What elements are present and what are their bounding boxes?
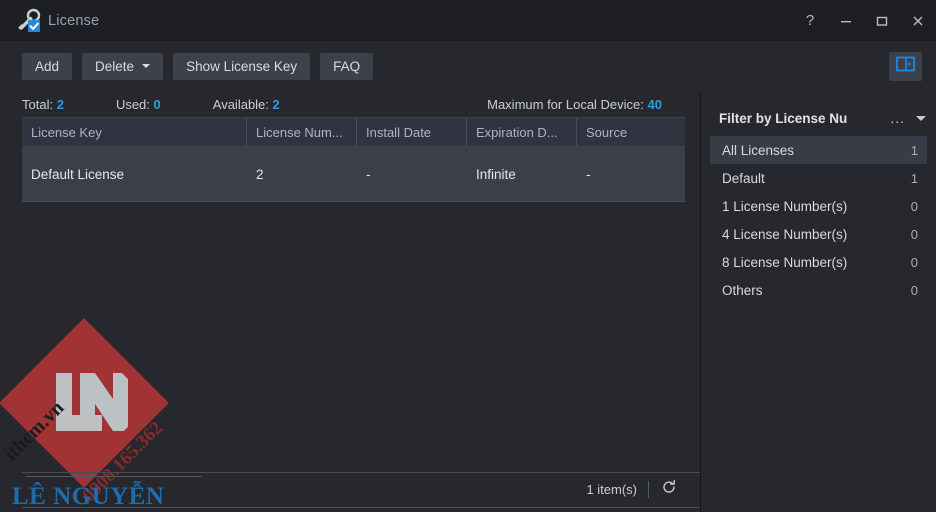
filter-item-count: 0	[910, 226, 918, 242]
watermark-site: ithcm.vn	[0, 396, 69, 466]
show-license-key-label: Show License Key	[186, 58, 298, 74]
close-icon	[911, 14, 925, 28]
add-button-label: Add	[35, 58, 60, 74]
faq-button-label: FAQ	[333, 58, 361, 74]
license-table-wrapper: License Key License Num... Install Date …	[0, 117, 700, 202]
license-table: License Key License Num... Install Date …	[22, 117, 685, 202]
help-icon: ?	[805, 12, 815, 29]
minimize-icon	[839, 14, 853, 28]
window-title: License	[48, 12, 100, 29]
faq-button[interactable]: FAQ	[320, 52, 374, 80]
add-button[interactable]: Add	[22, 52, 73, 80]
side-panel-toggle-button[interactable]	[889, 51, 922, 81]
filter-item-count: 1	[910, 142, 918, 158]
stat-used-value: 0	[153, 96, 161, 112]
watermark-diamond	[0, 318, 169, 488]
stat-total-value: 2	[56, 96, 64, 112]
minimize-button[interactable]	[828, 0, 864, 41]
filter-item-label: All Licenses	[722, 142, 795, 158]
side-panel-toggle-icon	[896, 56, 915, 77]
watermark-monogram	[0, 318, 169, 488]
toolbar: Add Delete Show License Key FAQ	[0, 41, 936, 91]
cell-expiration-date: Infinite	[476, 166, 516, 182]
key-check-icon	[12, 6, 46, 36]
filter-item-label: Default	[722, 170, 765, 186]
table-header-row: License Key License Num... Install Date …	[22, 117, 685, 147]
filter-item-label: 4 License Number(s)	[722, 226, 848, 242]
stat-available-label: Available:	[212, 96, 269, 112]
license-summary: Total: 2 Used: 0 Available: 2 Maximum fo…	[0, 91, 700, 117]
delete-button-label: Delete	[95, 58, 135, 74]
close-button[interactable]	[900, 0, 936, 41]
filter-item-label: 8 License Number(s)	[722, 254, 848, 270]
filter-list: All Licenses 1 Default 1 1 License Numbe…	[701, 136, 936, 304]
cell-license-key: Default License	[31, 166, 125, 182]
cell-install-date: -	[366, 166, 371, 182]
main-panel: Total: 2 Used: 0 Available: 2 Maximum fo…	[0, 91, 700, 512]
filter-item-4-license-numbers[interactable]: 4 License Number(s) 0	[710, 220, 927, 248]
stat-total-label: Total:	[22, 96, 54, 112]
cell-source: -	[586, 166, 591, 182]
filter-overflow-label: ...	[890, 110, 905, 126]
filter-panel-header[interactable]: Filter by License Nu ...	[701, 102, 936, 134]
chevron-down-icon	[142, 64, 151, 68]
cell-license-number: 2	[256, 166, 264, 182]
column-header-install-date[interactable]: Install Date	[357, 118, 467, 146]
stat-used-label: Used:	[115, 96, 150, 112]
status-bar: 1 item(s)	[0, 466, 700, 512]
filter-item-1-license-number[interactable]: 1 License Number(s) 0	[710, 192, 927, 220]
column-header-license-key[interactable]: License Key	[22, 118, 247, 146]
filter-item-count: 0	[910, 282, 918, 298]
stat-used: Used: 0	[116, 97, 161, 112]
table-row[interactable]: Default License 2 - Infinite -	[22, 147, 685, 202]
chevron-down-icon[interactable]	[916, 115, 926, 121]
refresh-icon	[661, 479, 677, 500]
column-header-source[interactable]: Source	[577, 118, 685, 146]
stat-available: Available: 2	[213, 97, 280, 112]
stat-available-value: 2	[272, 96, 280, 112]
column-header-expiration-date[interactable]: Expiration D...	[467, 118, 577, 146]
filter-item-others[interactable]: Others 0	[710, 276, 927, 304]
column-header-license-number[interactable]: License Num...	[247, 118, 357, 146]
stat-maximum-value: 40	[647, 96, 662, 112]
stat-maximum-for-local-device: Maximum for Local Device: 40	[487, 97, 662, 112]
window-controls: ?	[792, 0, 936, 41]
filter-item-default[interactable]: Default 1	[710, 164, 927, 192]
filter-panel: Filter by License Nu ... All Licenses 1 …	[700, 91, 936, 512]
stat-maximum-label: Maximum for Local Device:	[487, 96, 644, 112]
refresh-button[interactable]	[660, 479, 678, 500]
stat-total: Total: 2	[22, 97, 64, 112]
filter-item-count: 1	[910, 170, 918, 186]
filter-item-all-licenses[interactable]: All Licenses 1	[710, 136, 927, 164]
content-area: Total: 2 Used: 0 Available: 2 Maximum fo…	[0, 91, 936, 512]
delete-button[interactable]: Delete	[82, 52, 164, 80]
filter-item-count: 0	[910, 254, 918, 270]
maximize-icon	[875, 14, 889, 28]
show-license-key-button[interactable]: Show License Key	[173, 52, 311, 80]
maximize-button[interactable]	[864, 0, 900, 41]
filter-item-label: 1 License Number(s)	[722, 198, 848, 214]
filter-item-count: 0	[910, 198, 918, 214]
help-button[interactable]: ?	[792, 0, 828, 41]
filter-item-label: Others	[722, 282, 763, 298]
filter-panel-title: Filter by License Nu	[719, 110, 848, 126]
title-bar: License ?	[0, 0, 936, 41]
item-count-label: 1 item(s)	[586, 481, 637, 497]
filter-item-8-license-numbers[interactable]: 8 License Number(s) 0	[710, 248, 927, 276]
status-divider	[648, 480, 649, 498]
license-window: License ? Add Delete Show License Key FA…	[0, 0, 936, 512]
